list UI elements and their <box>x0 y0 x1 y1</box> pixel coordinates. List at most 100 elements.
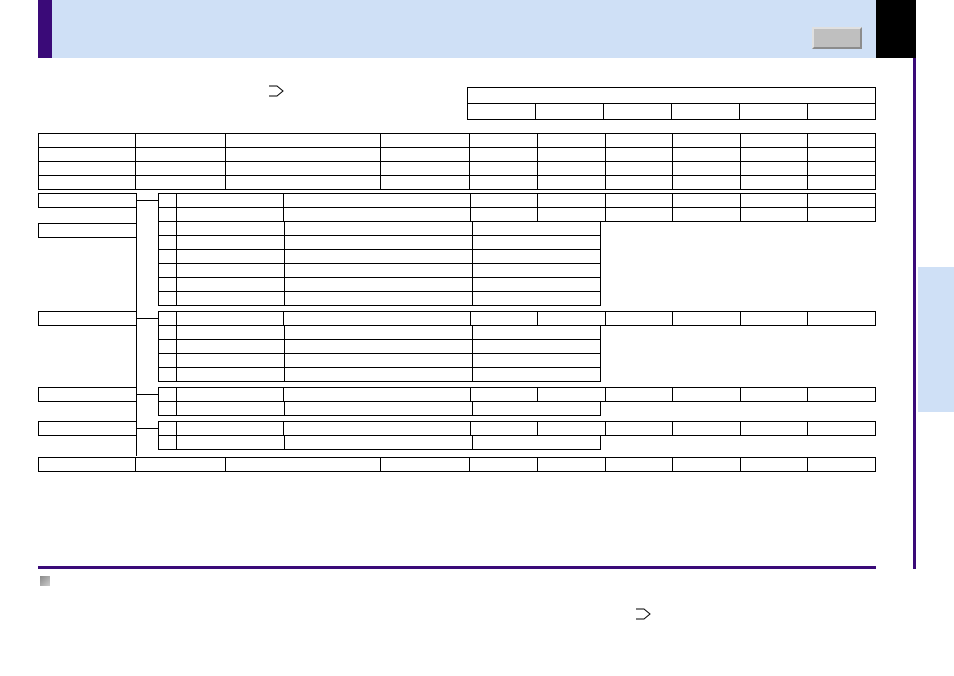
index-cell <box>159 368 177 382</box>
cell <box>177 236 285 250</box>
data-cell <box>740 134 808 148</box>
data-cell <box>605 176 673 190</box>
cell <box>285 368 473 382</box>
data-cell <box>605 162 673 176</box>
table-row <box>158 435 601 450</box>
data-cell <box>605 422 673 436</box>
section-label-cell <box>39 194 137 208</box>
data-cell <box>605 194 673 208</box>
cell <box>284 388 471 402</box>
data-cell <box>740 458 808 472</box>
cell <box>473 250 601 264</box>
side-tab[interactable] <box>918 267 954 412</box>
bottom-border <box>38 566 876 569</box>
cell <box>473 402 601 416</box>
year-col <box>536 104 604 120</box>
data-cell <box>808 194 876 208</box>
years-group-header <box>468 88 876 104</box>
table-row <box>158 249 601 264</box>
table-row <box>38 175 876 190</box>
data-cell <box>537 148 605 162</box>
cell <box>176 422 283 436</box>
table-row <box>158 325 601 340</box>
nav-button[interactable] <box>812 27 862 49</box>
cell <box>177 354 285 368</box>
connector <box>136 318 158 388</box>
cell <box>285 354 473 368</box>
data-cell <box>808 162 876 176</box>
cell <box>177 436 285 450</box>
cell <box>284 422 471 436</box>
table-row <box>158 401 601 416</box>
right-border <box>913 58 916 569</box>
section-label <box>38 311 137 326</box>
data-cell <box>470 208 538 222</box>
connector-tick <box>136 200 158 201</box>
data-cell <box>537 162 605 176</box>
data-cell <box>740 194 808 208</box>
cell <box>473 340 601 354</box>
cell <box>473 236 601 250</box>
cell <box>177 278 285 292</box>
table-row <box>468 104 876 120</box>
section-label <box>38 223 137 238</box>
data-cell <box>538 312 606 326</box>
index-cell <box>159 236 177 250</box>
cell <box>473 222 601 236</box>
data-cell <box>470 148 538 162</box>
section-label <box>38 421 137 436</box>
cell <box>284 312 471 326</box>
index-cell <box>159 422 177 436</box>
data-cell <box>673 208 741 222</box>
cell <box>285 402 473 416</box>
data-cell <box>808 312 876 326</box>
data-cell <box>537 458 605 472</box>
year-col <box>740 104 808 120</box>
data-cell <box>605 312 673 326</box>
index-cell <box>159 222 177 236</box>
data-cell <box>538 208 606 222</box>
connector-tick <box>136 394 158 395</box>
data-cell <box>605 208 673 222</box>
table-row <box>158 311 876 326</box>
cell <box>177 264 285 278</box>
cell <box>473 278 601 292</box>
data-cell <box>673 458 741 472</box>
cell <box>285 264 473 278</box>
data-cell <box>470 312 538 326</box>
cell <box>177 292 285 306</box>
cell <box>177 250 285 264</box>
cell <box>136 176 225 190</box>
data-cell <box>470 388 538 402</box>
cell <box>39 148 136 162</box>
cell <box>225 176 380 190</box>
index-cell <box>159 436 177 450</box>
data-cell <box>740 422 808 436</box>
cell <box>473 264 601 278</box>
cell <box>39 176 136 190</box>
table-row <box>38 133 876 148</box>
table-row <box>468 88 876 104</box>
table-row <box>158 263 601 278</box>
cell <box>473 292 601 306</box>
data-cell <box>605 148 673 162</box>
data-cell <box>808 176 876 190</box>
table-row <box>158 207 876 222</box>
index-cell <box>159 340 177 354</box>
cell <box>285 278 473 292</box>
data-cell <box>537 176 605 190</box>
cell <box>225 162 380 176</box>
table-row <box>38 457 876 472</box>
data-cell <box>470 458 538 472</box>
cell <box>136 162 225 176</box>
cell <box>380 134 469 148</box>
data-cell <box>470 176 538 190</box>
index-cell <box>159 264 177 278</box>
cell <box>473 354 601 368</box>
top-banner <box>38 0 876 58</box>
data-cell <box>673 148 741 162</box>
data-cell <box>673 388 741 402</box>
data-cell <box>740 162 808 176</box>
table-row <box>158 291 601 306</box>
section-label-cell <box>39 312 137 326</box>
